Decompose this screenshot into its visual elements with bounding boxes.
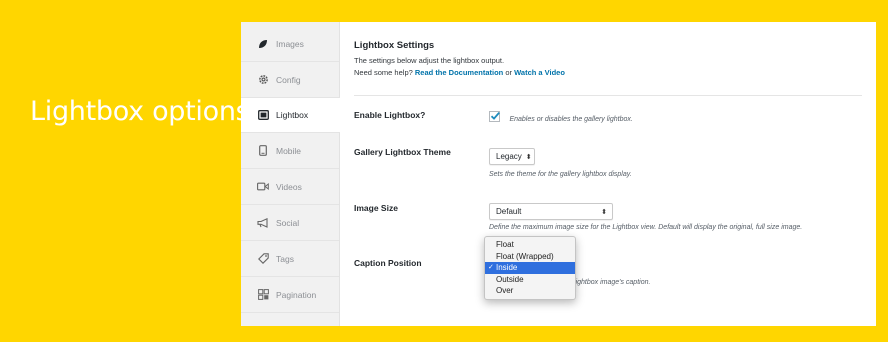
- caption-position-label: Caption Position: [354, 258, 422, 268]
- watch-video-link[interactable]: Watch a Video: [514, 68, 565, 77]
- sidebar-item-images[interactable]: Images: [241, 26, 339, 62]
- help-or: or: [505, 68, 512, 77]
- sidebar-item-label: Images: [276, 38, 304, 49]
- sidebar-item-mobile[interactable]: Mobile: [241, 133, 339, 169]
- select-arrows-icon: ⬍: [525, 153, 532, 161]
- dropdown-option-selected[interactable]: ✓ Inside: [485, 262, 575, 274]
- caption-position-hint: lightbox image's caption.: [574, 279, 651, 286]
- megaphone-icon: [256, 217, 270, 229]
- enable-lightbox-label: Enable Lightbox?: [354, 110, 426, 120]
- lightbox-theme-value: Legacy: [496, 152, 522, 161]
- lightbox-theme-select[interactable]: Legacy ⬍: [489, 148, 535, 165]
- sidebar-item-social[interactable]: Social: [241, 205, 339, 241]
- dropdown-option[interactable]: Float (Wrapped): [485, 251, 575, 263]
- enable-lightbox-field: Enables or disables the gallery lightbox…: [489, 108, 633, 126]
- leaf-icon: [256, 38, 270, 50]
- sidebar-item-label: Tags: [276, 253, 294, 264]
- image-size-value: Default: [496, 207, 522, 216]
- sidebar-item-pagination[interactable]: Pagination: [241, 277, 339, 313]
- dropdown-option[interactable]: Float: [485, 239, 575, 251]
- section-title: Lightbox Settings: [354, 40, 435, 51]
- caption-position-dropdown[interactable]: Float Float (Wrapped) ✓ Inside Outside O…: [484, 236, 576, 300]
- sidebar-item-label: Pagination: [276, 289, 317, 300]
- lightbox-theme-hint: Sets the theme for the gallery lightbox …: [489, 171, 632, 178]
- lightbox-icon: [256, 109, 270, 121]
- help-prefix: Need some help?: [354, 68, 413, 77]
- checkmark-icon: ✓: [488, 264, 494, 271]
- enable-lightbox-checkbox[interactable]: [489, 111, 500, 123]
- sidebar-item-label: Lightbox: [276, 110, 309, 120]
- settings-screenshot: Images Config Lightbox Mobile Videos Soc…: [241, 22, 876, 326]
- lightbox-theme-label: Gallery Lightbox Theme: [354, 147, 451, 157]
- gear-icon: [256, 74, 270, 86]
- documentation-link[interactable]: Read the Documentation: [415, 68, 503, 77]
- image-size-hint: Define the maximum image size for the Li…: [489, 224, 803, 231]
- select-arrows-icon: ⬍: [601, 208, 607, 216]
- help-line: Need some help? Read the Documentation o…: [354, 68, 565, 77]
- slide-title: Lightbox options: [30, 96, 250, 127]
- section-description: The settings below adjust the lightbox o…: [354, 56, 505, 65]
- dropdown-option[interactable]: Over: [485, 285, 575, 297]
- sidebar-item-label: Social: [276, 217, 300, 228]
- image-size-label: Image Size: [354, 203, 398, 213]
- tag-icon: [256, 253, 270, 265]
- settings-panel: Lightbox Settings The settings below adj…: [354, 22, 876, 326]
- sidebar-item-config[interactable]: Config: [241, 62, 339, 98]
- sidebar-item-videos[interactable]: Videos: [241, 169, 339, 205]
- image-size-select[interactable]: Default ⬍: [489, 203, 613, 220]
- sidebar-item-label: Videos: [276, 181, 302, 192]
- dropdown-option-label: Inside: [496, 263, 518, 272]
- sidebar-item-tags[interactable]: Tags: [241, 241, 339, 277]
- slide: Lightbox options Images Config Lightbox: [0, 0, 888, 342]
- dropdown-option[interactable]: Outside: [485, 274, 575, 286]
- enable-lightbox-hint: Enables or disables the gallery lightbox…: [509, 116, 633, 123]
- divider: [354, 95, 862, 96]
- sidebar-item-lightbox[interactable]: Lightbox: [241, 97, 340, 133]
- sidebar-item-label: Mobile: [276, 145, 302, 156]
- settings-sidebar: Images Config Lightbox Mobile Videos Soc…: [241, 22, 340, 326]
- sidebar-item-label: Config: [276, 74, 301, 85]
- pagination-icon: [256, 289, 270, 301]
- mobile-icon: [256, 145, 270, 157]
- image-size-field: Default ⬍ Define the maximum image size …: [489, 201, 802, 231]
- video-icon: [256, 181, 270, 193]
- lightbox-theme-field: Legacy ⬍ Sets the theme for the gallery …: [489, 146, 632, 178]
